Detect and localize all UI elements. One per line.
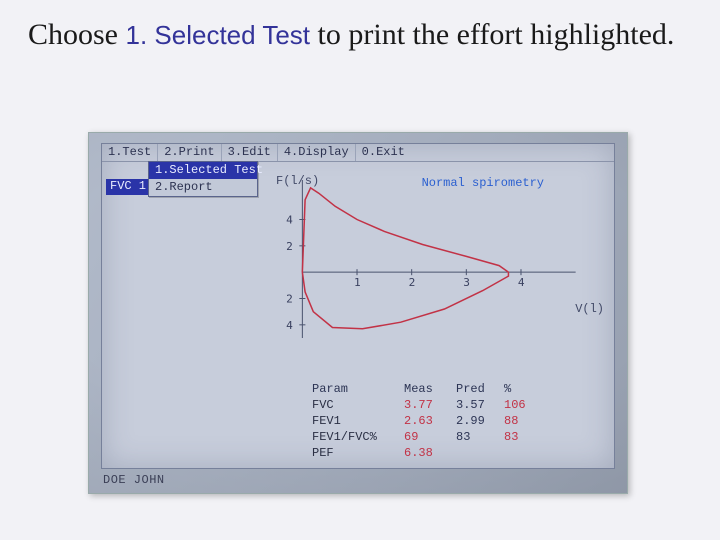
menu-test[interactable]: 1.Test xyxy=(102,144,158,161)
table-row-pred: 83 xyxy=(456,430,504,444)
menu-bar: 1.Test 2.Print 3.Edit 4.Display 0.Exit xyxy=(102,144,614,162)
device-photo: 1.Test 2.Print 3.Edit 4.Display 0.Exit 1… xyxy=(88,132,628,494)
table-row-pred xyxy=(456,446,504,460)
table-row-pred: 2.99 xyxy=(456,414,504,428)
table-row-pct: 83 xyxy=(504,430,544,444)
table-row-pct: 106 xyxy=(504,398,544,412)
menu-edit[interactable]: 3.Edit xyxy=(222,144,278,161)
caption-pre: Choose xyxy=(28,18,126,51)
svg-text:2: 2 xyxy=(409,276,416,289)
svg-text:4: 4 xyxy=(286,214,293,227)
menu-print[interactable]: 2.Print xyxy=(158,144,221,161)
table-header: Param xyxy=(312,382,404,396)
svg-text:4: 4 xyxy=(518,276,525,289)
table-row-param: FEV1 xyxy=(312,414,404,428)
print-dropdown: 1.Selected Test 2.Report xyxy=(148,161,258,197)
dropdown-selected-test[interactable]: 1.Selected Test xyxy=(149,162,257,179)
table-header: % xyxy=(504,382,544,396)
dropdown-report[interactable]: 2.Report xyxy=(149,179,257,196)
svg-text:4: 4 xyxy=(286,319,293,332)
svg-text:2: 2 xyxy=(286,240,293,253)
instruction-caption: Choose 1. Selected Test to print the eff… xyxy=(28,16,692,54)
table-row-pct: 88 xyxy=(504,414,544,428)
table-row-meas: 2.63 xyxy=(404,414,456,428)
svg-text:2: 2 xyxy=(286,293,293,306)
caption-highlight: 1. Selected Test xyxy=(126,20,311,50)
flow-volume-chart: F(l/s) Normal spirometry V(l) 12342424 P… xyxy=(272,174,606,460)
menu-display[interactable]: 4.Display xyxy=(278,144,356,161)
table-row-meas: 69 xyxy=(404,430,456,444)
table-row-pred: 3.57 xyxy=(456,398,504,412)
menu-exit[interactable]: 0.Exit xyxy=(356,144,411,161)
results-table: ParamMeasPred% FVC3.773.57106 FEV12.632.99… xyxy=(312,382,602,460)
svg-text:3: 3 xyxy=(463,276,470,289)
table-row-param: PEF xyxy=(312,446,404,460)
table-row-param: FVC xyxy=(312,398,404,412)
table-row-meas: 3.77 xyxy=(404,398,456,412)
plot-svg: 1 2 3 4 2 4 2 4 xyxy=(272,174,606,344)
svg-text:1: 1 xyxy=(354,276,361,289)
status-bar: DOE JOHN xyxy=(103,473,165,487)
table-row-param: FEV1/FVC% xyxy=(312,430,404,444)
table-row-meas: 6.38 xyxy=(404,446,456,460)
table-header: Pred xyxy=(456,382,504,396)
caption-post: to print the effort highlighted. xyxy=(318,18,675,51)
table-header: Meas xyxy=(404,382,456,396)
table-row-pct xyxy=(504,446,544,460)
